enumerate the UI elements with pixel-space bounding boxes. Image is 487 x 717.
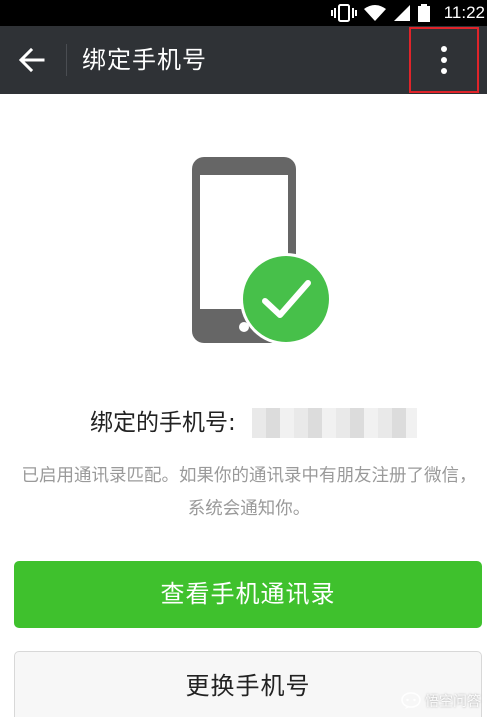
phone-bound-illustration <box>192 157 332 345</box>
bound-phone-number <box>252 408 417 438</box>
watermark-text: 悟空问答 <box>425 694 481 710</box>
view-contacts-button[interactable]: 查看手机通讯录 <box>14 561 482 628</box>
more-options-button[interactable] <box>409 27 479 93</box>
wifi-icon <box>364 5 386 21</box>
bound-phone-label: 绑定的手机号: <box>90 410 236 436</box>
vibrate-icon <box>331 4 357 22</box>
check-circle-icon <box>240 253 332 345</box>
status-time: 11:22 <box>443 3 485 22</box>
watermark: 悟空问答 <box>401 689 481 713</box>
app-bar-divider <box>66 44 67 76</box>
bind-phone-screen: 11:22 绑定手机号 绑定的手机号: 已启用通讯录匹配。如果你的通讯录中有朋友… <box>0 0 487 717</box>
status-bar: 11:22 <box>0 0 487 26</box>
page-title: 绑定手机号 <box>82 46 207 74</box>
contacts-match-description: 已启用通讯录匹配。如果你的通讯录中有朋友注册了微信，系统会通知你。 <box>21 466 477 519</box>
back-button[interactable] <box>8 36 56 84</box>
chat-bubble-icon <box>401 692 421 709</box>
more-vertical-icon <box>441 46 447 74</box>
status-icons <box>331 3 431 23</box>
arrow-left-icon <box>19 47 45 73</box>
app-bar: 绑定手机号 <box>0 26 487 94</box>
signal-icon <box>394 5 410 21</box>
battery-icon <box>418 4 430 22</box>
